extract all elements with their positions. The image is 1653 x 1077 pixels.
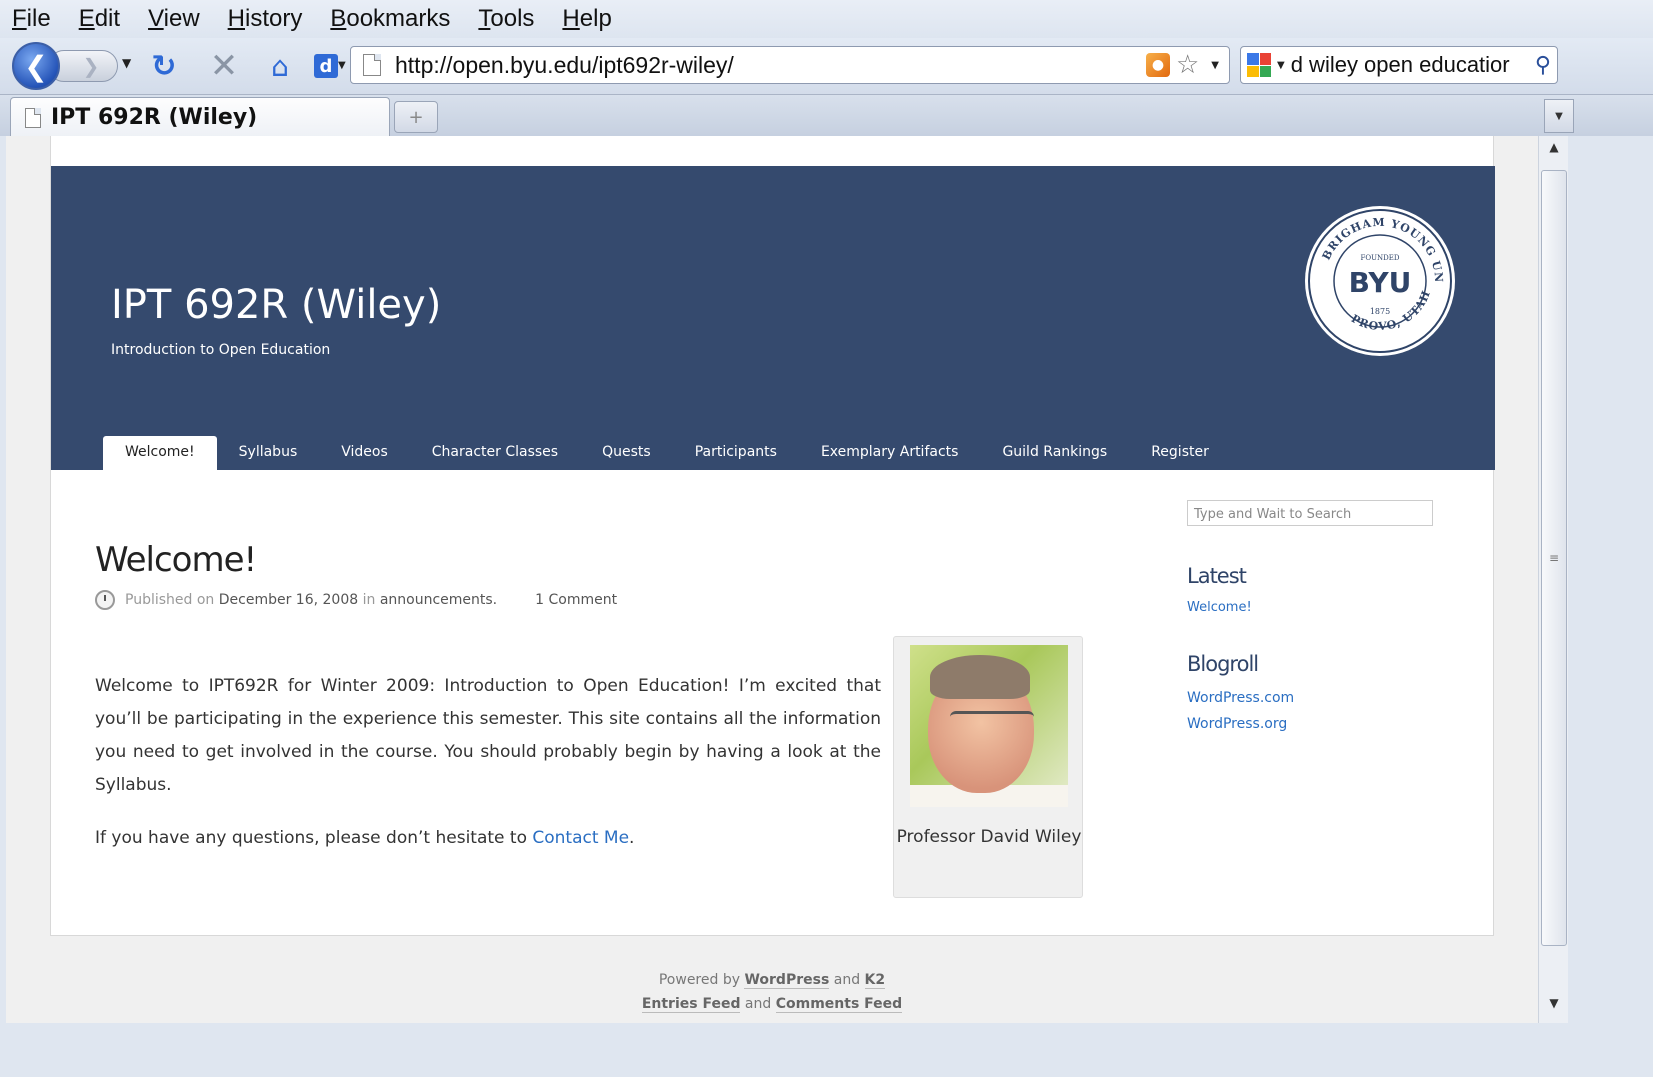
reload-icon[interactable]: ↻ (146, 48, 182, 84)
search-engine-dropdown-icon[interactable]: ▼ (1277, 60, 1285, 71)
sidebar: Type and Wait to Search Latest Welcome! … (1187, 500, 1447, 732)
post-paragraph-2: If you have any questions, please don’t … (95, 822, 881, 855)
scroll-thumb[interactable]: ≡ (1541, 170, 1567, 946)
seal-center-text: BYU (1349, 266, 1412, 299)
tab-title: IPT 692R (Wiley) (51, 105, 258, 130)
vertical-scrollbar[interactable]: ▲ ≡ ▼ (1538, 136, 1568, 1023)
meta-published-label: Published on (125, 592, 215, 608)
post-meta: Published on December 16, 2008 in announ… (95, 590, 895, 610)
comments-feed-link[interactable]: Comments Feed (775, 996, 903, 1013)
k2-link[interactable]: K2 (864, 972, 886, 989)
footer-powered-by: Powered by (658, 972, 741, 988)
sidebar-search-input[interactable]: Type and Wait to Search (1187, 500, 1433, 526)
meta-comments-link[interactable]: 1 Comment (535, 592, 617, 608)
menu-help[interactable]: Help (558, 3, 615, 35)
menu-file[interactable]: File (8, 3, 55, 35)
tab-page-icon (25, 107, 41, 128)
nav-tab-exemplary-artifacts[interactable]: Exemplary Artifacts (799, 436, 981, 470)
menu-view[interactable]: View (144, 3, 204, 35)
footer-line-2: Entries Feed and Comments Feed (6, 992, 1538, 1016)
photo-caption-box: Professor David Wiley (893, 636, 1083, 898)
bookmark-star-icon[interactable]: ☆ (1176, 50, 1199, 80)
menu-edit[interactable]: Edit (75, 3, 124, 35)
post-body: Welcome to IPT692R for Winter 2009: Intr… (95, 670, 881, 875)
nav-tab-syllabus[interactable]: Syllabus (217, 436, 320, 470)
site-description: Introduction to Open Education (111, 342, 331, 358)
nav-tab-welcome[interactable]: Welcome! (103, 436, 217, 470)
meta-category-link[interactable]: announcements. (380, 592, 497, 608)
stop-icon[interactable]: ✕ (206, 46, 242, 86)
menu-bookmarks[interactable]: Bookmarks (326, 3, 454, 35)
meta-date[interactable]: December 16, 2008 (219, 592, 358, 608)
footer-and-2: and (744, 996, 772, 1012)
page-viewport: IPT 692R (Wiley) Introduction to Open Ed… (6, 136, 1538, 1023)
menu-history[interactable]: History (224, 3, 307, 35)
url-text[interactable]: http://open.byu.edu/ipt692r-wiley/ (395, 52, 1146, 79)
site-title[interactable]: IPT 692R (Wiley) (111, 282, 441, 328)
blogroll-widget-title: Blogroll (1187, 652, 1259, 676)
nav-tab-guild-rankings[interactable]: Guild Rankings (980, 436, 1129, 470)
blogroll-item-wordpress-org[interactable]: WordPress.org (1187, 716, 1287, 732)
chevron-down-icon: ▼ (1555, 110, 1563, 122)
google-icon[interactable] (1247, 53, 1271, 77)
page-container: IPT 692R (Wiley) Introduction to Open Ed… (50, 136, 1495, 936)
nav-tab-register[interactable]: Register (1129, 436, 1231, 470)
photo-caption: Professor David Wiley (896, 827, 1082, 847)
seal-year-text: 1875 (1370, 307, 1390, 316)
back-arrow-icon: ❮ (24, 49, 48, 83)
search-input[interactable]: d wiley open educatior (1291, 52, 1535, 78)
tab-list-button[interactable]: ▼ (1544, 99, 1574, 133)
forward-arrow-icon: ❯ (82, 54, 100, 78)
new-tab-button[interactable]: + (394, 101, 438, 133)
nav-tab-videos[interactable]: Videos (319, 436, 410, 470)
browser-tab-active[interactable]: IPT 692R (Wiley) (10, 97, 390, 137)
page-icon (363, 54, 381, 76)
clock-icon (95, 590, 115, 610)
home-icon[interactable]: ⌂ (262, 48, 298, 84)
rss-feed-icon[interactable]: ● (1145, 53, 1170, 77)
web-search-bar[interactable]: ▼ d wiley open educatior ⚲ (1240, 46, 1558, 84)
menu-bar: File Edit View History Bookmarks Tools H… (0, 0, 1653, 38)
latest-item-welcome[interactable]: Welcome! (1187, 600, 1252, 615)
url-dropdown-icon[interactable]: ▼ (1211, 60, 1219, 71)
post-title[interactable]: Welcome! (95, 540, 895, 580)
footer-and-1: and (833, 972, 861, 988)
post-paragraph-1: Welcome to IPT692R for Winter 2009: Intr… (95, 676, 881, 795)
scroll-up-icon[interactable]: ▲ (1539, 140, 1569, 164)
byu-seal-logo: BRIGHAM YOUNG UNIVERSITY PROVO, UTAH FOU… (1303, 204, 1455, 356)
seal-founded-text: FOUNDED (1361, 254, 1400, 262)
paragraph-2-end: . (629, 828, 635, 848)
nav-tab-quests[interactable]: Quests (580, 436, 673, 470)
grip-icon: ≡ (1548, 551, 1560, 565)
wordpress-link[interactable]: WordPress (744, 972, 830, 989)
nav-tab-participants[interactable]: Participants (673, 436, 799, 470)
footer-line-1: Powered by WordPress and K2 (6, 968, 1538, 992)
post-header: Welcome! Published on December 16, 2008 … (95, 540, 895, 610)
menu-tools[interactable]: Tools (474, 3, 538, 35)
paragraph-2-text: If you have any questions, please don’t … (95, 828, 533, 848)
site-nav-tabs: Welcome! Syllabus Videos Character Class… (103, 436, 1231, 470)
site-header: IPT 692R (Wiley) Introduction to Open Ed… (51, 166, 1495, 470)
nav-tab-character-classes[interactable]: Character Classes (410, 436, 580, 470)
history-dropdown-icon[interactable]: ▼ (122, 56, 131, 70)
tab-bar: IPT 692R (Wiley) + ▼ (0, 94, 1653, 137)
plus-icon: + (408, 106, 424, 128)
site-footer: Powered by WordPress and K2 Entries Feed… (6, 968, 1538, 1016)
contact-me-link[interactable]: Contact Me (532, 828, 629, 848)
professor-photo (910, 645, 1068, 807)
search-icon[interactable]: ⚲ (1535, 53, 1551, 78)
back-forward-group: ❮ ❯ ▼ (12, 42, 134, 90)
entries-feed-link[interactable]: Entries Feed (641, 996, 741, 1013)
meta-in-label: in (362, 592, 376, 608)
blogroll-item-wordpress-com[interactable]: WordPress.com (1187, 690, 1294, 706)
back-button[interactable]: ❮ (12, 42, 60, 90)
latest-widget-title: Latest (1187, 564, 1247, 588)
url-bar[interactable]: http://open.byu.edu/ipt692r-wiley/ ● ☆ ▼ (350, 46, 1230, 84)
scroll-down-icon[interactable]: ▼ (1539, 996, 1569, 1020)
delicious-dropdown-icon[interactable]: ▼ (338, 60, 346, 71)
navigation-toolbar: ❮ ❯ ▼ ↻ ✕ ⌂ d ▼ http://open.byu.edu/ipt6… (0, 38, 1653, 94)
